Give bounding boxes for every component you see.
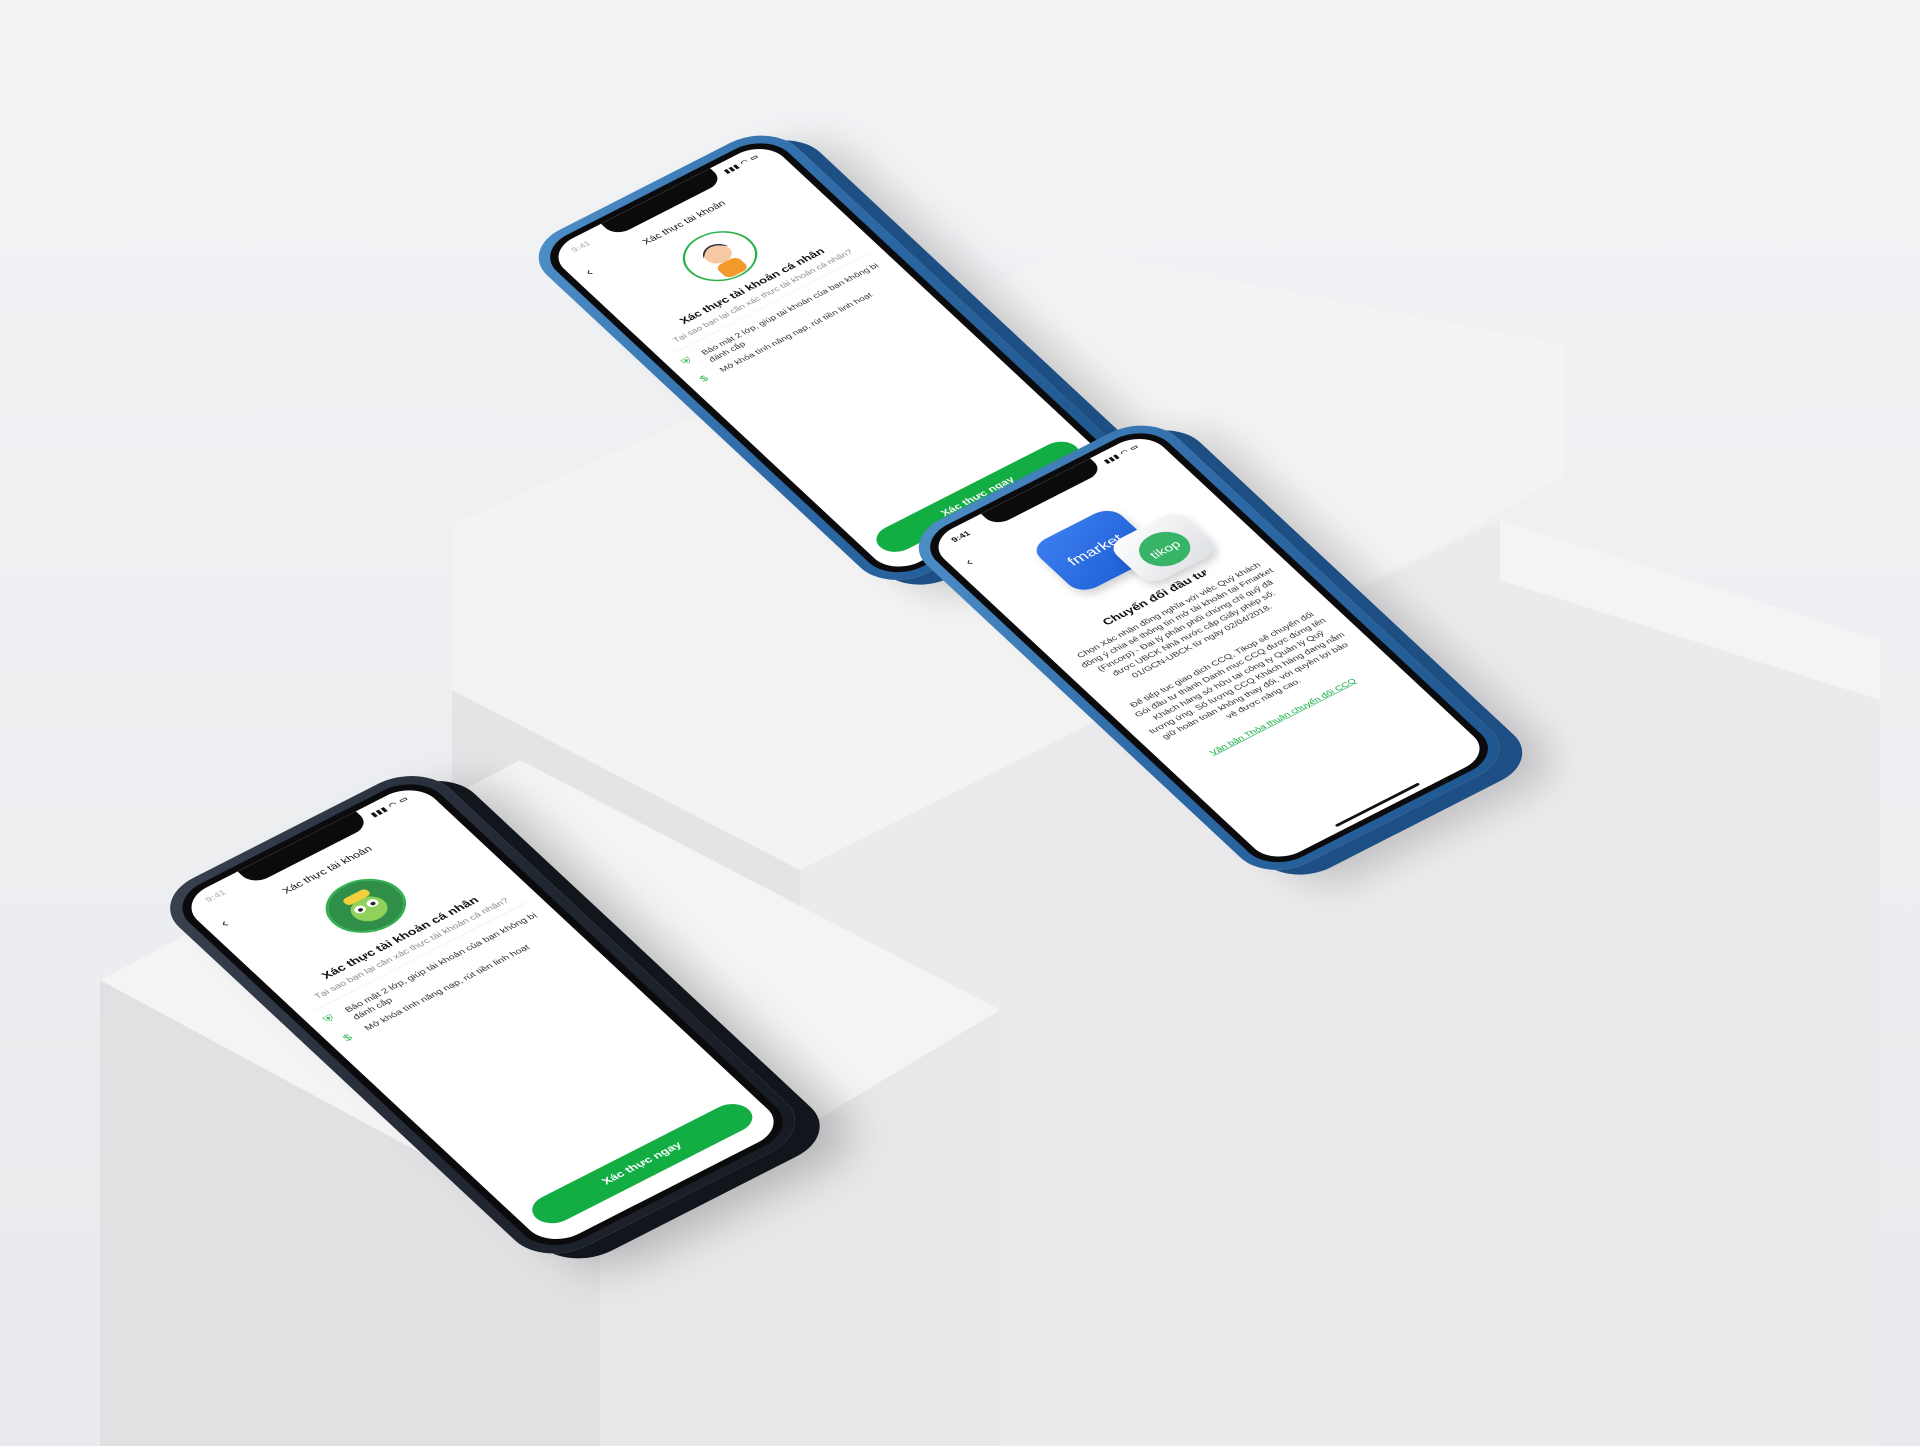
money-icon: $	[697, 373, 711, 384]
status-time: 9:41	[949, 529, 973, 544]
money-icon: $	[340, 1032, 355, 1044]
shield-icon: ⛨	[321, 1013, 338, 1025]
back-chevron-icon[interactable]: ‹	[961, 556, 977, 569]
status-time: 9:41	[569, 239, 593, 254]
signal-wifi-battery-icon: ▮▮▮ ◠ ▭	[722, 153, 761, 175]
signal-wifi-battery-icon: ▮▮▮ ◠ ▭	[1102, 443, 1141, 465]
status-time: 9:41	[202, 888, 229, 904]
signal-wifi-battery-icon: ▮▮▮ ◠ ▭	[369, 795, 411, 819]
pedestal-shapes	[100, 250, 1880, 1446]
tikop-bag-icon: tikop	[1129, 524, 1201, 574]
shield-icon: ⛨	[679, 355, 695, 367]
